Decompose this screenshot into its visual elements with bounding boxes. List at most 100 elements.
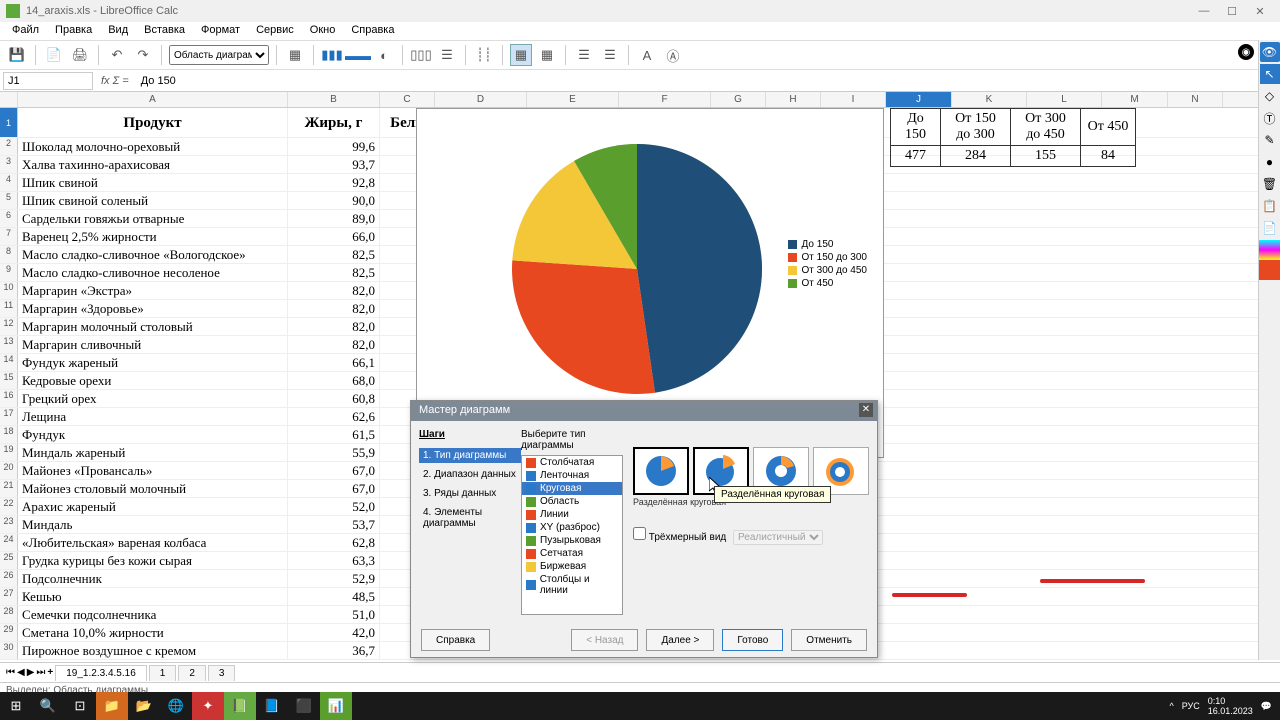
tb-align2-icon[interactable]: ☰	[599, 44, 621, 66]
tb-undo-icon[interactable]: ↶	[106, 44, 128, 66]
legend-item: От 450	[788, 278, 867, 289]
start-button[interactable]: ⊞	[0, 692, 32, 720]
dialog-close-icon[interactable]: ✕	[859, 403, 873, 417]
sheet-tab-2[interactable]: 1	[149, 665, 177, 681]
sidebar-delete-icon[interactable]: 🗑	[1260, 174, 1280, 194]
menu-Вид[interactable]: Вид	[100, 22, 136, 40]
menu-Вставка[interactable]: Вставка	[136, 22, 193, 40]
cancel-button[interactable]: Отменить	[791, 629, 867, 651]
menu-Сервис[interactable]: Сервис	[248, 22, 302, 40]
help-button[interactable]: Справка	[421, 629, 490, 651]
chart-type-list[interactable]: СтолбчатаяЛенточнаяКруговаяОбластьЛинииX…	[521, 455, 623, 615]
finish-button[interactable]: Готово	[722, 629, 783, 651]
tb-grid1-icon[interactable]: ▦	[510, 44, 532, 66]
tab-nav-first[interactable]: ⏮	[6, 667, 15, 678]
tb-explorer[interactable]: 📂	[128, 692, 160, 720]
tb-grid2-icon[interactable]: ▦	[536, 44, 558, 66]
tb-align1-icon[interactable]: ☰	[573, 44, 595, 66]
sheet-tab-1[interactable]: 19_1.2.3.4.5.16	[55, 665, 147, 681]
tab-nav-prev[interactable]: ◀	[17, 667, 25, 678]
search-icon[interactable]: 🔍	[32, 692, 64, 720]
menu-Файл[interactable]: Файл	[4, 22, 47, 40]
chart-type-option[interactable]: Область	[522, 495, 622, 508]
window-title: 14_araxis.xls - LibreOffice Calc	[26, 5, 178, 17]
step-2[interactable]: 2. Диапазон данных	[419, 467, 521, 482]
dialog-title-bar[interactable]: Мастер диаграмм ✕	[411, 401, 877, 421]
sidebar-eye-icon[interactable]: 👁	[1260, 42, 1280, 62]
tray-notif[interactable]: 💬	[1261, 701, 1272, 712]
chart-type-option[interactable]: Столбчатая	[522, 456, 622, 469]
tb-chart1-icon[interactable]: ▮▮▮	[321, 44, 343, 66]
sidebar-pencil-icon[interactable]: ✎	[1260, 130, 1280, 150]
fx-icon[interactable]: fx Σ =	[93, 75, 137, 87]
summary-table[interactable]: До 150 От 150 до 300 От 300 до 450 От 45…	[890, 108, 1136, 167]
column-headers: A B C D E F G H I J K L M N	[0, 92, 1280, 108]
style-selector[interactable]: Область диаграммы	[169, 45, 269, 65]
chart-type-option[interactable]: Пузырьковая	[522, 534, 622, 547]
chart-type-option[interactable]: Ленточная	[522, 469, 622, 482]
chart-type-option[interactable]: Биржевая	[522, 560, 622, 573]
sheet-tabs: ⏮ ◀ ▶ ⏭ + 19_1.2.3.4.5.16 1 2 3	[0, 662, 1280, 682]
formula-content[interactable]: До 150	[137, 75, 1280, 87]
chart-type-option[interactable]: XY (разброс)	[522, 521, 622, 534]
tb-table-icon[interactable]: ▦	[284, 44, 306, 66]
next-button[interactable]: Далее >	[646, 629, 714, 651]
sidebar-gradient-icon[interactable]	[1259, 240, 1280, 260]
subtype-pie[interactable]	[633, 447, 689, 495]
sidebar-cursor-icon[interactable]: ↖	[1260, 64, 1280, 84]
sheet-tab-4[interactable]: 3	[208, 665, 236, 681]
taskview-icon[interactable]: ⊡	[64, 692, 96, 720]
tb-app-1[interactable]: 📁	[96, 692, 128, 720]
chart-type-option[interactable]: Сетчатая	[522, 547, 622, 560]
tb-text-icon[interactable]: A	[636, 44, 658, 66]
sidebar-text-icon[interactable]: Ⓣ	[1260, 108, 1280, 128]
obs-icon[interactable]: ◉	[1238, 44, 1254, 60]
menu-Формат[interactable]: Формат	[193, 22, 248, 40]
tb-app-3[interactable]: 📗	[224, 692, 256, 720]
tb-chrome[interactable]: 🌐	[160, 692, 192, 720]
menu-Правка[interactable]: Правка	[47, 22, 100, 40]
chart-type-option[interactable]: Линии	[522, 508, 622, 521]
formula-bar: fx Σ = До 150	[0, 70, 1280, 92]
tray-lang[interactable]: РУС	[1182, 701, 1200, 711]
tray-clock[interactable]: 0:1016.01.2023	[1208, 696, 1253, 716]
3d-checkbox[interactable]	[633, 527, 646, 540]
tb-bars-icon[interactable]: ▯▯▯	[410, 44, 432, 66]
menu-Окно[interactable]: Окно	[302, 22, 344, 40]
tb-chart2-icon[interactable]: ▬▬	[347, 44, 369, 66]
tb-rotate-icon[interactable]: Ⓐ	[662, 44, 684, 66]
tb-app-4[interactable]: 📘	[256, 692, 288, 720]
tb-print-icon[interactable]: 🖨	[69, 44, 91, 66]
tray-up[interactable]: ^	[1169, 701, 1173, 711]
tb-export-icon[interactable]: 📄	[43, 44, 65, 66]
sidebar-paste-icon[interactable]: 📄	[1260, 218, 1280, 238]
tab-add[interactable]: +	[47, 667, 53, 678]
tb-save-icon[interactable]: 💾	[6, 44, 28, 66]
maximize-button[interactable]: ☐	[1218, 5, 1246, 18]
sidebar-shape-icon[interactable]: ◇	[1260, 86, 1280, 106]
chart-type-option[interactable]: Круговая	[522, 482, 622, 495]
tb-app-2[interactable]: ✦	[192, 692, 224, 720]
tab-nav-next[interactable]: ▶	[27, 667, 35, 678]
sidebar-color-icon[interactable]	[1259, 260, 1280, 280]
menu-Справка[interactable]: Справка	[343, 22, 402, 40]
tb-chart3-icon[interactable]: ◐	[373, 44, 395, 66]
step-1[interactable]: 1. Тип диаграммы	[419, 448, 521, 463]
sidebar-circle-icon[interactable]: ●	[1260, 152, 1280, 172]
tb-calc[interactable]: 📊	[320, 692, 352, 720]
close-button[interactable]: ✕	[1246, 5, 1274, 18]
sidebar-copy-icon[interactable]: 📋	[1260, 196, 1280, 216]
step-3[interactable]: 3. Ряды данных	[419, 486, 521, 501]
tb-redo-icon[interactable]: ↷	[132, 44, 154, 66]
sheet-tab-3[interactable]: 2	[178, 665, 206, 681]
chart-type-option[interactable]: Столбцы и линии	[522, 573, 622, 597]
col-j-header[interactable]: J	[886, 92, 952, 107]
3d-style-select: Реалистичный	[733, 530, 823, 545]
minimize-button[interactable]: —	[1190, 5, 1218, 17]
step-4[interactable]: 4. Элементы диаграммы	[419, 505, 521, 531]
tab-nav-last[interactable]: ⏭	[36, 667, 45, 678]
tb-hbars-icon[interactable]: ☰	[436, 44, 458, 66]
tb-candlestick-icon[interactable]: ┊┊	[473, 44, 495, 66]
tb-app-5[interactable]: ⬛	[288, 692, 320, 720]
name-box[interactable]	[3, 72, 93, 90]
